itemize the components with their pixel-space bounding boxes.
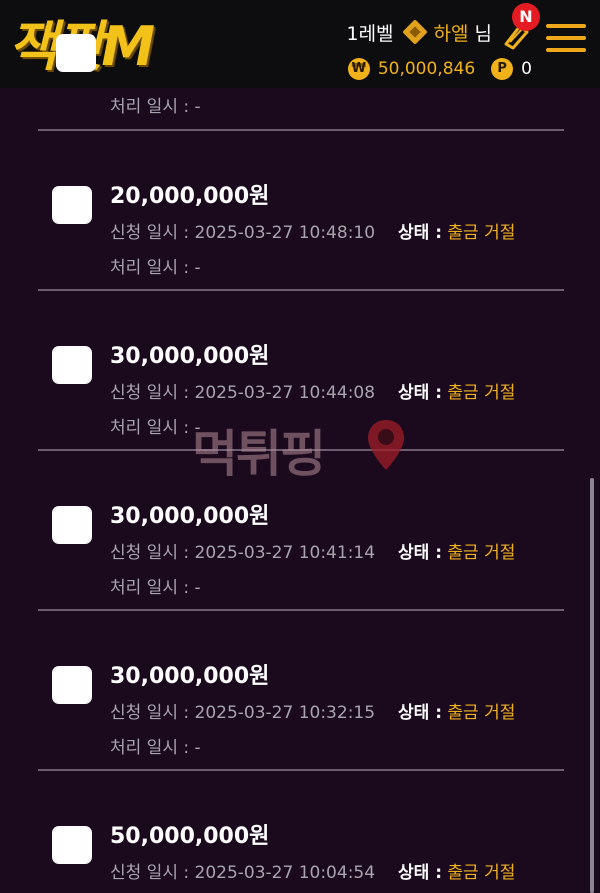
status-label: 상태 : [398, 863, 442, 883]
row-checkbox[interactable] [52, 346, 92, 384]
user-level: 1레벨 [346, 22, 394, 45]
status-label: 상태 : [398, 383, 442, 403]
withdraw-amount: 30,000,000원 [110, 344, 270, 369]
point-balance: 0 [521, 59, 532, 79]
status-value: 출금 거절 [447, 223, 516, 243]
processed-date: 처리 일시 : - [110, 258, 201, 278]
list-item: 30,000,000원 신청 일시 : 2025-03-27 10:32:15 … [38, 610, 564, 770]
request-date: 신청 일시 : 2025-03-27 10:32:15 [110, 703, 376, 723]
withdraw-amount: 20,000,000원 [110, 184, 270, 209]
status: 상태 : 출금 거절 [398, 378, 515, 403]
request-date: 신청 일시 : 2025-03-27 10:41:14 [110, 543, 376, 563]
notification-badge[interactable]: N [512, 3, 540, 31]
point-coin-icon: P [491, 58, 514, 80]
row-checkbox[interactable] [52, 666, 92, 704]
list-item: 20,000,000원 신청 일시 : 2025-03-27 10:48:10 … [38, 130, 564, 290]
status-label: 상태 : [398, 703, 442, 723]
site-logo[interactable]: 잭팟M [4, 8, 190, 78]
user-name[interactable]: 하엘 [434, 19, 469, 46]
user-suffix: 님 [474, 22, 492, 45]
status: 상태 : 출금 거절 [398, 538, 515, 563]
status: 상태 : 출금 거절 [398, 858, 515, 883]
status-label: 상태 : [398, 543, 442, 563]
balance-bar: ₩ 50,000,846 P 0 [347, 56, 532, 82]
hamburger-menu-icon[interactable] [546, 24, 586, 56]
status-value: 출금 거절 [447, 863, 516, 883]
processed-date: 처리 일시 : - [110, 738, 201, 758]
status: 상태 : 출금 거절 [398, 698, 515, 723]
processed-date: 처리 일시 : - [110, 418, 201, 438]
list-item: 50,000,000원 신청 일시 : 2025-03-27 10:04:54 … [38, 770, 564, 893]
level-diamond-icon [401, 19, 428, 45]
row-checkbox[interactable] [52, 826, 92, 864]
request-date: 신청 일시 : 2025-03-27 10:48:10 [110, 223, 376, 243]
row-checkbox[interactable] [52, 186, 92, 224]
status-value: 출금 거절 [447, 383, 516, 403]
withdraw-amount: 50,000,000원 [110, 824, 270, 849]
logo-overlay-checkbox [56, 34, 96, 72]
request-date: 신청 일시 : 2025-03-27 10:04:54 [110, 863, 376, 883]
scrollbar[interactable] [590, 478, 594, 893]
watermark-text: 먹튀핑 [192, 425, 326, 483]
won-coin-icon: ₩ [347, 58, 370, 80]
money-balance: 50,000,846 [377, 59, 476, 79]
status: 상태 : 출금 거절 [398, 218, 515, 243]
status-label: 상태 : [398, 223, 442, 243]
withdraw-amount: 30,000,000원 [110, 504, 270, 529]
status-value: 출금 거절 [447, 703, 516, 723]
row-checkbox[interactable] [52, 506, 92, 544]
request-date: 신청 일시 : 2025-03-27 10:44:08 [110, 383, 376, 403]
status-value: 출금 거절 [447, 543, 516, 563]
top-header: 잭팟M 1레벨 하엘 님 N ₩ 50,000,846 P 0 [0, 0, 600, 88]
withdraw-amount: 30,000,000원 [110, 664, 270, 689]
processed-date: 처리 일시 : - [110, 578, 201, 598]
user-info: 1레벨 하엘 님 [346, 18, 492, 46]
location-pin-icon [368, 420, 404, 470]
partial-processed-date: 처리 일시 : - [110, 97, 201, 117]
